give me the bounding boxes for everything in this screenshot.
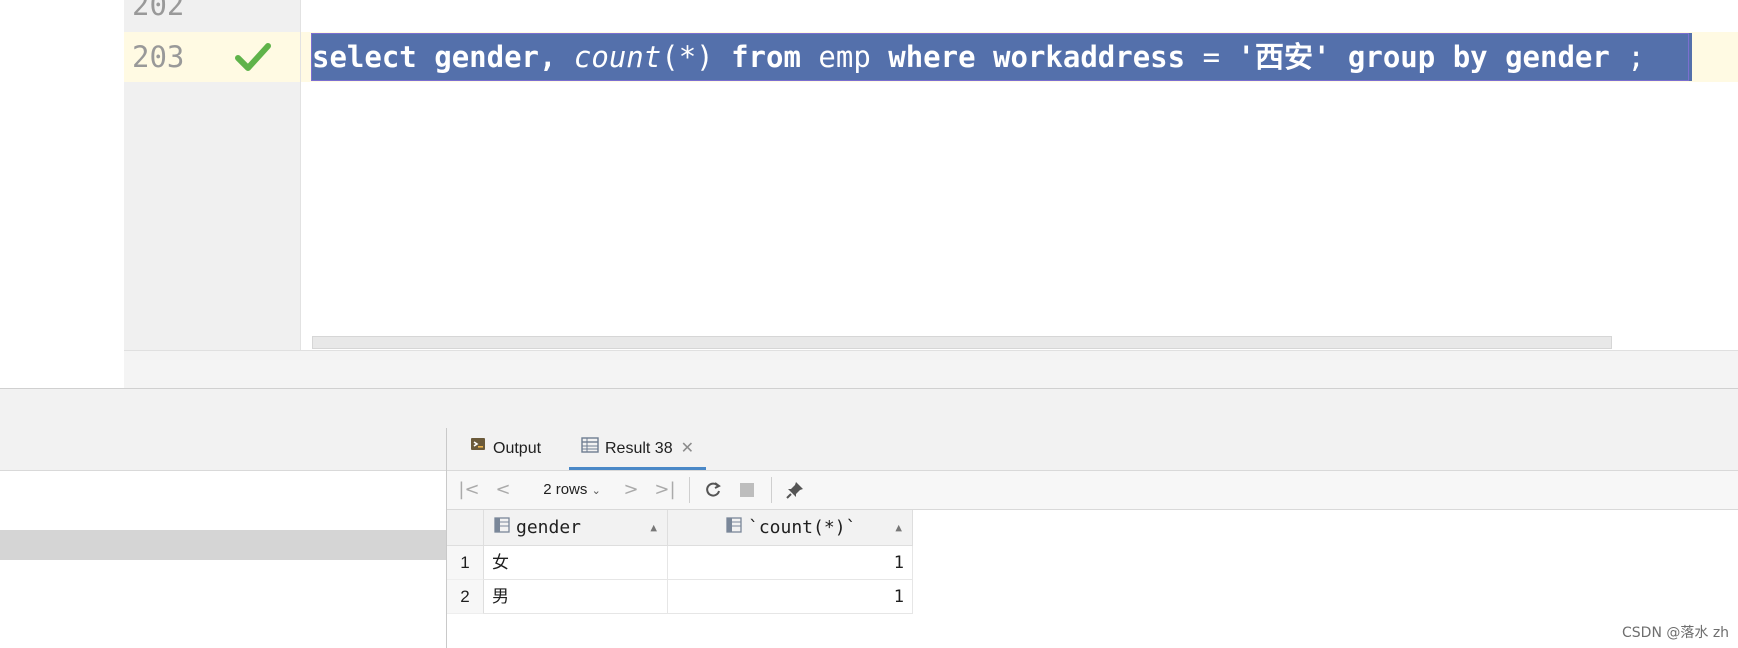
col-gender: gender, <box>434 40 557 74</box>
tab-result-label: Result 38 <box>605 440 673 458</box>
rows-count-label: 2 rows <box>543 481 588 498</box>
table-icon <box>581 428 599 470</box>
results-tabbar: Output Result 38 ✕ <box>447 428 1738 471</box>
watermark: CSDN @落水 zh <box>1622 625 1730 641</box>
services-tree-selected-row[interactable] <box>0 530 446 560</box>
output-icon <box>469 428 487 470</box>
check-icon[interactable] <box>234 40 272 74</box>
first-page-icon[interactable]: |< <box>457 476 481 504</box>
rows-count-dropdown[interactable]: 2 rows ⌄ <box>527 476 617 504</box>
refresh-icon[interactable] <box>699 476 727 504</box>
cell-gender[interactable]: 男 <box>484 580 668 614</box>
close-icon[interactable]: ✕ <box>681 428 694 470</box>
sort-icon[interactable]: ▲ <box>895 510 902 546</box>
kw-by: by <box>1452 40 1488 74</box>
code-line-203[interactable]: select gender, count(*) from emp where w… <box>312 33 1645 81</box>
toolbar-separator <box>771 477 772 503</box>
col-workaddress: workaddress <box>993 40 1186 74</box>
result-grid[interactable]: gender ▲ `count(*)` ▲ 1 女 1 2 男 1 <box>447 510 1738 648</box>
horizontal-scrollbar[interactable] <box>312 336 1612 349</box>
gutter-current-line: 203 <box>124 32 300 82</box>
services-tree-header <box>0 428 446 471</box>
sort-icon[interactable]: ▲ <box>650 510 657 546</box>
next-page-icon[interactable]: > <box>619 476 643 504</box>
line-number-203: 203 <box>132 40 185 74</box>
column-header-gender-label: gender <box>516 517 582 538</box>
tab-output[interactable]: Output <box>457 428 553 470</box>
cell-gender[interactable]: 女 <box>484 546 668 580</box>
editor-left-area <box>0 0 124 390</box>
tab-output-label: Output <box>493 440 542 458</box>
line-number-202: 202 <box>132 0 185 22</box>
prev-page-icon[interactable]: < <box>491 476 515 504</box>
cell-count[interactable]: 1 <box>668 580 913 614</box>
column-header-gender[interactable]: gender ▲ <box>484 510 668 546</box>
semicolon: ; <box>1627 40 1645 74</box>
paren-star: (*) <box>661 40 714 74</box>
table-name: emp <box>818 40 871 74</box>
row-number-header <box>447 510 484 546</box>
column-icon <box>726 510 742 546</box>
row-number[interactable]: 1 <box>447 546 484 580</box>
toolbar-separator <box>689 477 690 503</box>
kw-group: group <box>1347 40 1436 74</box>
last-page-icon[interactable]: >| <box>653 476 677 504</box>
column-header-count-label: `count(*)` <box>748 517 857 538</box>
stop-icon[interactable] <box>733 476 761 504</box>
row-number[interactable]: 2 <box>447 580 484 614</box>
editor-bottom-bar <box>124 350 1738 389</box>
kw-where: where <box>888 40 976 74</box>
tool-window-header <box>0 388 1738 429</box>
chevron-down-icon: ⌄ <box>591 485 601 497</box>
kw-from: from <box>731 40 801 74</box>
col-gender-2: gender <box>1505 40 1610 74</box>
pin-icon[interactable] <box>781 476 809 504</box>
column-header-count[interactable]: `count(*)` ▲ <box>668 510 913 546</box>
op-eq: = <box>1202 40 1221 74</box>
column-icon <box>494 510 510 546</box>
tab-result-38[interactable]: Result 38 ✕ <box>569 428 706 470</box>
cell-count[interactable]: 1 <box>668 546 913 580</box>
string-value: '西安' <box>1237 40 1331 74</box>
results-toolbar: |< < 2 rows ⌄ > >| <box>447 471 1738 510</box>
kw-select: select <box>312 40 417 74</box>
fn-count: count <box>573 40 662 74</box>
